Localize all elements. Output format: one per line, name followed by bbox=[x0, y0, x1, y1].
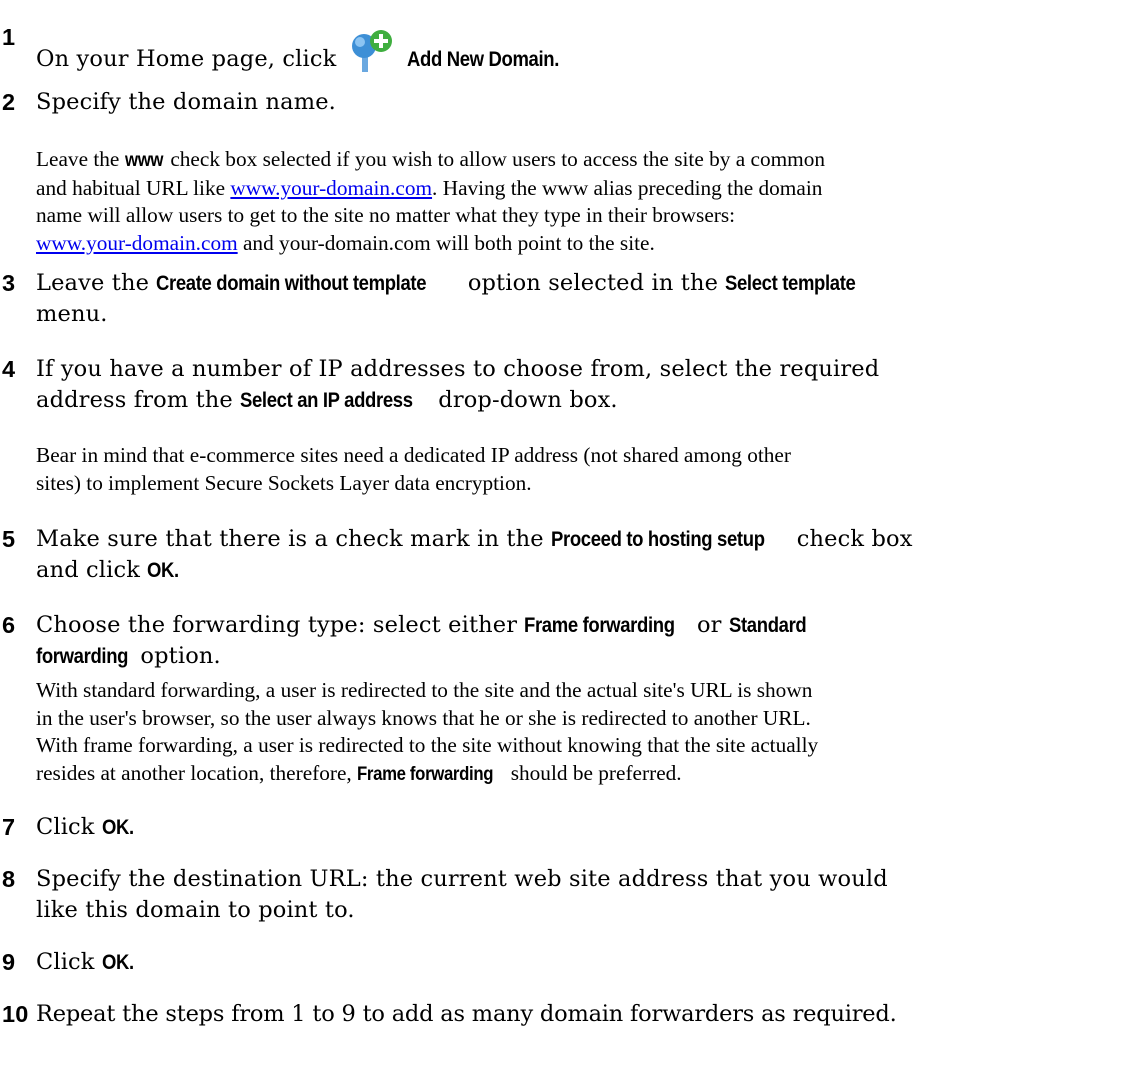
note-text: Bear in mind that e-commerce sites need … bbox=[36, 443, 791, 467]
note-text: resides at another location, therefore, bbox=[36, 760, 352, 785]
step-text: Choose the forwarding type: select eithe… bbox=[36, 612, 518, 638]
note-text: name will allow users to get to the site… bbox=[36, 203, 736, 227]
www-label: www bbox=[124, 149, 163, 171]
note-text: . Having the www alias preceding the dom… bbox=[432, 175, 823, 200]
ok-label: OK. bbox=[101, 950, 134, 974]
step-text: Click bbox=[36, 949, 95, 975]
proceed-to-hosting-setup-label: Proceed to hosting setup bbox=[551, 527, 765, 551]
note-text: With standard forwarding, a user is redi… bbox=[36, 678, 813, 702]
step-text: Specify the destination URL: the current… bbox=[36, 866, 888, 892]
note-text: check box selected if you wish to allow … bbox=[170, 147, 826, 171]
note-ssl: Bear in mind that e-commerce sites need … bbox=[36, 442, 1145, 497]
step-number: 2 bbox=[2, 89, 16, 115]
select-template-label: Select template bbox=[725, 271, 856, 295]
step-text: Specify the domain name. bbox=[36, 89, 336, 115]
step-text: drop-down box. bbox=[438, 387, 618, 413]
step-number: 3 bbox=[2, 270, 16, 296]
step-text: menu. bbox=[36, 301, 108, 327]
forwarding-label: forwarding bbox=[36, 644, 129, 668]
ok-label: OK. bbox=[147, 558, 180, 582]
step-text: address from the bbox=[36, 387, 233, 413]
step-number: 9 bbox=[2, 949, 16, 975]
add-new-domain-label: Add New Domain. bbox=[407, 47, 560, 71]
step-number: 10 bbox=[2, 1001, 29, 1027]
frame-forwarding-label: Frame forwarding bbox=[524, 613, 676, 637]
instructions-page: 1 On your Home page, click Add New Domai… bbox=[0, 0, 1145, 1084]
select-ip-address-label: Select an IP address bbox=[240, 388, 413, 412]
create-domain-without-template-label: Create domain without template bbox=[156, 271, 427, 295]
note-text: sites) to implement Secure Sockets Layer… bbox=[36, 470, 532, 495]
step-text: and click bbox=[36, 557, 141, 583]
step-text: Leave the bbox=[36, 270, 150, 296]
standard-label: Standard bbox=[728, 613, 807, 637]
add-domain-icon bbox=[348, 28, 394, 74]
step-text: If you have a number of IP addresses to … bbox=[36, 356, 880, 382]
step-number: 1 bbox=[2, 24, 16, 50]
step-text: or bbox=[696, 612, 722, 638]
step-number: 8 bbox=[2, 866, 16, 892]
step-number: 4 bbox=[2, 356, 16, 382]
step-text: like this domain to point to. bbox=[36, 897, 355, 923]
ok-label: OK. bbox=[101, 815, 134, 839]
note-text: in the user's browser, so the user alway… bbox=[36, 705, 811, 730]
note-www: Leave the www check box selected if you … bbox=[36, 146, 1145, 257]
note-text: should be preferred. bbox=[510, 760, 682, 785]
step-text: Click bbox=[36, 814, 95, 840]
step-text: On your Home page, click bbox=[36, 46, 337, 72]
step-text: check box bbox=[796, 526, 913, 552]
note-text: Leave the bbox=[36, 147, 120, 171]
note-text: and habitual URL like bbox=[36, 175, 226, 200]
step-text: Make sure that there is a check mark in … bbox=[36, 526, 544, 552]
frame-forwarding-label: Frame forwarding bbox=[357, 762, 494, 785]
note-text: With frame forwarding, a user is redirec… bbox=[36, 733, 819, 757]
step-number: 7 bbox=[2, 814, 16, 840]
step-text: Repeat the steps from 1 to 9 to add as m… bbox=[36, 1001, 897, 1027]
step-text: option selected in the bbox=[467, 270, 719, 296]
step-number: 5 bbox=[2, 526, 16, 552]
step-text: option. bbox=[140, 643, 221, 669]
note-forwarding: With standard forwarding, a user is redi… bbox=[36, 677, 1145, 788]
note-text: and your-domain.com will both point to t… bbox=[242, 230, 655, 255]
www-domain-link[interactable]: www.your-domain.com bbox=[36, 231, 238, 255]
www-domain-link[interactable]: www.your-domain.com bbox=[230, 176, 432, 200]
step-number: 6 bbox=[2, 612, 16, 638]
